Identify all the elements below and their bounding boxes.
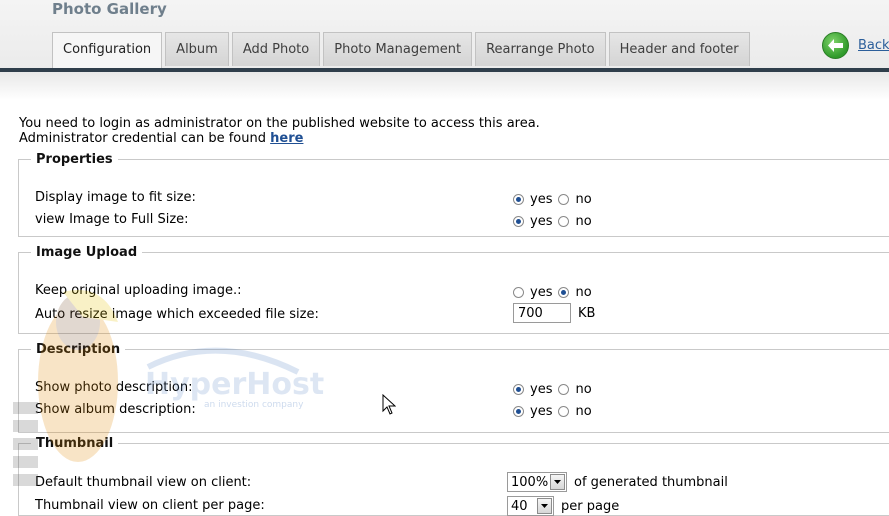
chevron-down-icon[interactable] (550, 474, 565, 490)
arrow-left-icon[interactable] (822, 32, 849, 59)
notice-line-2: Administrator credential can be found he… (19, 131, 540, 146)
notice-line-1: You need to login as administrator on th… (19, 116, 540, 131)
thumbnail-size-suffix: of generated thumbnail (574, 474, 728, 490)
fit-size-label: Display image to fit size: (35, 190, 196, 205)
auto-resize-control: KB (513, 303, 595, 323)
description-group: Description Show photo description: yes … (18, 342, 889, 433)
thumbnail-size-select[interactable]: 100% (507, 472, 567, 492)
keep-original-label: Keep original uploading image.: (35, 283, 242, 298)
album-description-yes-radio[interactable] (513, 406, 524, 417)
no-label: no (575, 192, 592, 207)
tab-rearrange-photo[interactable]: Rearrange Photo (475, 32, 606, 66)
tab-album[interactable]: Album (165, 32, 229, 66)
yes-label: yes (530, 192, 553, 207)
no-label: no (575, 285, 592, 300)
photo-description-no-radio[interactable] (558, 384, 570, 395)
full-size-options: yes no (513, 214, 598, 229)
yes-label: yes (530, 214, 553, 229)
tab-header-and-footer[interactable]: Header and footer (608, 32, 750, 66)
album-description-options: yes no (513, 404, 598, 419)
photo-description-options: yes no (513, 382, 598, 397)
tab-photo-management[interactable]: Photo Management (323, 32, 473, 66)
thumbnail-group: Thumbnail Default thumbnail view on clie… (18, 436, 889, 516)
default-thumbnail-control: 100% of generated thumbnail (507, 472, 728, 492)
mouse-pointer-icon (382, 394, 396, 415)
tab-configuration[interactable]: Configuration (52, 32, 163, 70)
login-notice: You need to login as administrator on th… (19, 116, 540, 146)
yes-label: yes (530, 404, 553, 419)
yes-label: yes (530, 285, 553, 300)
auto-resize-input[interactable] (513, 303, 571, 323)
per-page-control: 40 per page (507, 496, 619, 516)
credential-link[interactable]: here (270, 131, 303, 146)
per-page-select[interactable]: 40 (507, 496, 554, 516)
full-size-yes-radio[interactable] (513, 216, 524, 227)
keep-original-options: yes no (513, 285, 598, 300)
default-thumbnail-label: Default thumbnail view on client: (35, 475, 252, 490)
tab-bar: Configuration Album Add Photo Photo Mana… (52, 32, 753, 70)
yes-label: yes (530, 382, 553, 397)
full-size-label: view Image to Full Size: (35, 212, 189, 227)
back-button[interactable]: Back (822, 32, 889, 59)
notice-prefix: Administrator credential can be found (19, 131, 271, 146)
fit-size-yes-radio[interactable] (513, 194, 524, 205)
page-title: Photo Gallery (52, 0, 167, 18)
thumbnail-legend: Thumbnail (36, 436, 114, 451)
tab-shadow (0, 72, 889, 100)
per-page-suffix: per page (561, 498, 620, 514)
auto-resize-label: Auto resize image which exceeded file si… (35, 307, 319, 322)
full-size-no-radio[interactable] (558, 216, 570, 227)
fit-size-no-radio[interactable] (558, 194, 570, 205)
photo-description-yes-radio[interactable] (513, 384, 524, 395)
description-legend: Description (36, 342, 121, 357)
image-upload-legend: Image Upload (36, 245, 138, 260)
chevron-down-icon[interactable] (537, 498, 552, 514)
photo-description-label: Show photo description: (35, 380, 193, 395)
tab-add-photo[interactable]: Add Photo (231, 32, 321, 66)
image-upload-group: Image Upload Keep original uploading ima… (18, 245, 889, 334)
album-description-label: Show album description: (35, 402, 196, 417)
no-label: no (575, 404, 592, 419)
per-page-label: Thumbnail view on client per page: (35, 498, 265, 513)
fit-size-options: yes no (513, 192, 598, 207)
keep-original-yes-radio[interactable] (513, 287, 524, 298)
back-link-label[interactable]: Back (858, 38, 889, 53)
album-description-no-radio[interactable] (558, 406, 570, 417)
properties-legend: Properties (36, 152, 113, 167)
file-size-unit: KB (578, 305, 596, 321)
per-page-value: 40 (511, 498, 528, 514)
properties-group: Properties Display image to fit size: ye… (18, 152, 889, 237)
no-label: no (575, 382, 592, 397)
keep-original-no-radio[interactable] (558, 287, 570, 298)
no-label: no (575, 214, 592, 229)
thumbnail-size-value: 100% (511, 474, 549, 490)
